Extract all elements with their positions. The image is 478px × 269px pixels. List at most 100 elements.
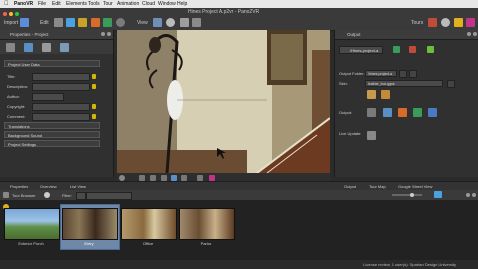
hotspot-icon[interactable] [66, 18, 75, 27]
author-field[interactable] [32, 93, 64, 101]
import-icon[interactable] [20, 18, 29, 27]
close-window-button[interactable] [3, 12, 7, 16]
refresh-icon[interactable] [44, 192, 50, 198]
thumbnail-parlor[interactable] [179, 208, 235, 240]
pencil-icon[interactable] [91, 18, 100, 27]
apple-icon[interactable]:  [4, 0, 9, 8]
settings-icon[interactable] [467, 32, 471, 36]
menu-file[interactable]: File [38, 0, 46, 8]
menu-tools[interactable]: Tools [88, 0, 100, 8]
close-icon[interactable] [472, 193, 476, 197]
add-output-icon[interactable] [393, 46, 400, 53]
edit-label[interactable]: Edit [40, 20, 49, 26]
skin-select[interactable]: leather_box.ggsk [365, 80, 443, 87]
pencil-icon[interactable] [92, 114, 96, 119]
description-label: Description: [7, 84, 29, 89]
tab-list-view[interactable]: List View [70, 184, 86, 189]
section-translations[interactable]: Translations [4, 122, 100, 129]
tab-tour-map[interactable]: Tour Map [369, 184, 386, 189]
menu-elements[interactable]: Elements [66, 0, 87, 8]
skin-icon[interactable] [103, 18, 112, 27]
thumbnail-label: Office [142, 241, 154, 246]
menu-window[interactable]: Window [158, 0, 176, 8]
tour-browser-title: Tour Browser [12, 193, 36, 198]
grid-view-icon[interactable] [434, 191, 442, 198]
skin-edit-icon[interactable] [447, 80, 455, 88]
flash-output-icon[interactable] [398, 108, 407, 117]
gear-icon[interactable] [367, 108, 376, 117]
tab-google-street-view[interactable]: Google Street View [398, 184, 432, 189]
zoom-window-button[interactable] [15, 12, 19, 16]
thumbnail-exterior-porch[interactable] [4, 208, 60, 240]
star-icon[interactable] [454, 18, 463, 27]
tab-properties[interactable]: Properties [10, 184, 28, 189]
section-project-user-data[interactable]: Project User Data [4, 60, 100, 67]
gear-icon[interactable] [116, 18, 125, 27]
pencil-icon[interactable] [92, 74, 96, 79]
share-icon[interactable] [466, 18, 475, 27]
window-title: Hines Project A.p2vr - Pano2VR [188, 9, 260, 15]
slider-handle[interactable] [410, 193, 414, 197]
panorama-viewer[interactable] [117, 30, 330, 173]
copyright-field[interactable] [32, 103, 90, 111]
record-icon[interactable] [166, 18, 175, 27]
cloud-icon[interactable] [441, 18, 450, 27]
tab-output[interactable]: Output [344, 184, 356, 189]
view-label[interactable]: View [137, 20, 148, 26]
pencil-icon[interactable] [92, 104, 96, 109]
skin-label: Skin: [339, 81, 348, 86]
output-folder-label: Output Folder: [339, 71, 365, 76]
properties-icon[interactable] [54, 18, 63, 27]
comment-field[interactable] [32, 113, 90, 121]
preview-icon[interactable] [180, 18, 189, 27]
close-icon[interactable] [107, 32, 111, 36]
menu-animation[interactable]: Animation [117, 0, 139, 8]
app-menu[interactable]: PanoVR [14, 0, 33, 8]
display-properties-icon[interactable] [60, 43, 69, 52]
thumbnail-size-slider[interactable] [392, 194, 422, 196]
viewer-icon[interactable] [153, 18, 162, 27]
settings-icon[interactable] [101, 32, 105, 36]
properties-toolbar [0, 40, 113, 54]
cloud-output-icon[interactable] [413, 108, 422, 117]
minimize-window-button[interactable] [9, 12, 13, 16]
license-text: License review, 1 user(s): Spartan Desig… [363, 262, 456, 267]
filter-input[interactable] [86, 192, 132, 200]
tour-properties-icon[interactable] [6, 43, 15, 52]
filter-dropdown[interactable] [76, 192, 86, 200]
tab-overview[interactable]: Overview [40, 184, 57, 189]
description-field[interactable] [32, 83, 90, 91]
pano-properties-icon[interactable] [24, 43, 33, 52]
pencil-icon[interactable] [92, 84, 96, 89]
menu-tour[interactable]: Tour [103, 0, 113, 8]
tour-icon[interactable] [428, 18, 437, 27]
tours-label[interactable]: Tours [411, 20, 423, 26]
filter-label: Filter: [62, 193, 72, 198]
skin-variant-icon[interactable] [381, 90, 390, 99]
thumbnail-entry[interactable] [62, 208, 118, 240]
video-output-icon[interactable] [428, 108, 437, 117]
settings-icon[interactable] [466, 193, 470, 197]
skin-preview-icon[interactable] [367, 90, 376, 99]
open-folder-icon[interactable] [409, 70, 417, 78]
image-properties-icon[interactable] [42, 43, 51, 52]
output-label: Output: [339, 110, 353, 115]
output-selector[interactable]: /Hines-project-a [339, 46, 383, 54]
close-icon[interactable] [473, 32, 477, 36]
grid-icon[interactable] [192, 18, 201, 27]
generate-output-icon[interactable] [427, 46, 434, 53]
menu-edit[interactable]: Edit [52, 0, 61, 8]
remove-output-icon[interactable] [409, 46, 416, 53]
thumbnail-office[interactable] [121, 208, 177, 240]
section-background-sound[interactable]: Background Sound [4, 131, 100, 138]
section-project-settings[interactable]: Project Settings [4, 140, 100, 147]
menu-cloud[interactable]: Cloud [142, 0, 155, 8]
output-folder-field[interactable]: /hines-project-a [365, 70, 397, 77]
patch-icon[interactable] [78, 18, 87, 27]
title-field[interactable] [32, 73, 90, 81]
live-update-icon[interactable] [367, 131, 376, 140]
folder-icon[interactable] [399, 70, 407, 78]
html5-output-icon[interactable] [383, 108, 392, 117]
import-label[interactable]: Import [4, 20, 18, 26]
menu-help[interactable]: Help [177, 0, 187, 8]
